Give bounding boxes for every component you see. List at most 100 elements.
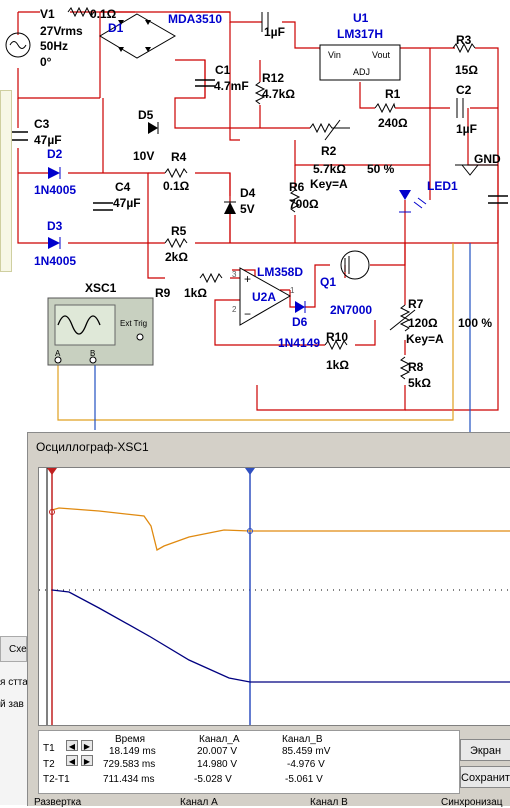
oscilloscope-title: Осциллограф-XSC1 [36, 440, 149, 454]
r8-name: R8 [408, 360, 424, 374]
c2-value: 1µF [456, 122, 477, 136]
t1-time: 18.149 ms [109, 746, 156, 757]
u2-name: U2A [252, 290, 277, 304]
t1-left-arrow[interactable]: ◀ [66, 740, 78, 751]
background-panel: я стта й зав [0, 662, 28, 805]
c1-name: C1 [215, 63, 231, 77]
delta-channel-b: -5.061 V [285, 774, 323, 785]
v1-phase: 0° [40, 55, 52, 69]
t2-left-arrow[interactable]: ◀ [66, 755, 78, 766]
row-label-t2: T2 [43, 759, 55, 770]
v1-name: V1 [40, 7, 55, 21]
c3-name: C3 [34, 117, 50, 131]
r3-name: R3 [456, 33, 472, 47]
screen-button[interactable]: Экран [460, 739, 510, 761]
tab-timebase[interactable]: Развертка [34, 797, 81, 808]
q1-part: 2N7000 [330, 303, 373, 317]
r9-value: 1kΩ [184, 286, 207, 300]
r7-value: 120Ω [408, 316, 438, 330]
xsc1-a: A [55, 349, 61, 358]
readout-header-time: Время [115, 734, 146, 745]
c1-value: 4.7mF [214, 79, 249, 93]
save-button[interactable]: Сохранит [460, 766, 510, 788]
t1-channel-b: 85.459 mV [282, 746, 331, 757]
r7-key: Key=A [406, 332, 444, 346]
oscilloscope-window[interactable]: Осциллограф-XSC1 Время Канал_A Канал_B T… [27, 432, 510, 808]
r2-key: Key=A [310, 177, 348, 191]
v1-voltage: 27Vrms [40, 24, 83, 38]
background-tab[interactable]: Схе [0, 636, 27, 662]
u1-name: U1 [353, 11, 369, 25]
xsc1-ext-trig: Ext Trig [120, 319, 148, 328]
u1-adj: ADJ [353, 67, 371, 77]
r1-value: 240Ω [378, 116, 408, 130]
c-top-value: 1µF [264, 25, 285, 39]
c4-value: 47µF [113, 196, 141, 210]
d5-name: D5 [138, 108, 154, 122]
d3-name: D3 [47, 219, 63, 233]
d4-value: 5V [240, 202, 255, 216]
d4-name: D4 [240, 186, 256, 200]
r7-percent: 100 % [458, 316, 493, 330]
oscilloscope-screen[interactable] [38, 467, 510, 726]
d6-name: D6 [292, 315, 308, 329]
delta-time: 711.434 ms [103, 774, 155, 785]
r2-name: R2 [321, 144, 337, 158]
u1-vin: Vin [328, 50, 341, 60]
xsc1-b: B [90, 349, 96, 358]
c2-name: C2 [456, 83, 472, 97]
d2-part: 1N4005 [34, 183, 77, 197]
schematic-wires: + − [5, 6, 508, 432]
r12-name: R12 [262, 71, 285, 85]
r2-value: 5.7kΩ [313, 162, 346, 176]
delta-channel-a: -5.028 V [194, 774, 232, 785]
r12-value: 4.7kΩ [262, 87, 295, 101]
d1-part: MDA3510 [168, 12, 223, 26]
row-label-t2-t1: T2-T1 [43, 774, 70, 785]
r5-name: R5 [171, 224, 187, 238]
readout-header-b: Канал_B [282, 734, 323, 745]
t2-channel-a: 14.980 V [197, 759, 238, 770]
u2-pin2: 2 [232, 305, 237, 314]
t2-right-arrow[interactable]: ▶ [81, 755, 93, 766]
svg-text:−: − [244, 307, 251, 321]
r5-value: 2kΩ [165, 250, 188, 264]
svg-text:+: + [244, 272, 251, 286]
d3-part: 1N4005 [34, 254, 77, 268]
t1-channel-a: 20.007 V [197, 746, 238, 757]
cursor-readout-panel: Время Канал_A Канал_B T1 ◀ ▶ 18.149 ms 2… [38, 730, 460, 794]
tab-trigger[interactable]: Синхронизац [441, 797, 502, 808]
d5-value: 10V [133, 149, 155, 163]
r4-name: R4 [171, 150, 187, 164]
oscilloscope-traces [39, 468, 510, 725]
r9-name: R9 [155, 286, 171, 300]
xsc1-name: XSC1 [85, 281, 117, 295]
r3-value: 15Ω [455, 63, 478, 77]
fuse-value: 0.1Ω [90, 7, 117, 21]
r10-value: 1kΩ [326, 358, 349, 372]
r1-name: R1 [385, 87, 401, 101]
r10-name: R10 [326, 330, 349, 344]
t2-time: 729.583 ms [103, 759, 156, 770]
u1-vout: Vout [372, 50, 391, 60]
background-text-2: й зав [0, 699, 24, 710]
t2-channel-b: -4.976 V [287, 759, 325, 770]
tab-channel-a[interactable]: Канал A [180, 797, 218, 808]
r8-value: 5kΩ [408, 376, 431, 390]
gnd-label: GND [474, 152, 501, 166]
led1-label: LED1 [427, 179, 458, 193]
d2-name: D2 [47, 147, 63, 161]
background-window-edge [0, 90, 12, 272]
u1-part: LM317H [337, 27, 384, 41]
v1-frequency: 50Hz [40, 39, 69, 53]
r6-value: 700Ω [289, 197, 319, 211]
r2-percent: 50 % [367, 162, 395, 176]
d6-part: 1N4149 [278, 336, 321, 350]
r7-name: R7 [408, 297, 424, 311]
u2-pin1: 1 [290, 286, 295, 295]
u2-pin3: 3 [232, 270, 237, 279]
row-label-t1: T1 [43, 743, 55, 754]
background-tab-label: Схе [9, 644, 27, 655]
t1-right-arrow[interactable]: ▶ [81, 740, 93, 751]
tab-channel-b[interactable]: Канал B [310, 797, 348, 808]
